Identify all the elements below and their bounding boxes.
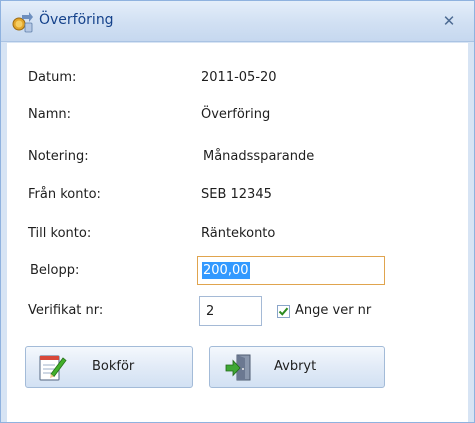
window-title: Överföring [39, 12, 114, 28]
amount-input[interactable]: 200,00 [197, 256, 385, 285]
transfer-dialog: Överföring ✕ Datum: 2011-05-20 Namn: Öve… [0, 0, 475, 423]
exit-door-arrow-icon [225, 354, 251, 381]
cancel-button[interactable]: Avbryt [209, 346, 385, 388]
date-label: Datum: [28, 70, 77, 85]
notepad-pencil-icon [39, 355, 67, 381]
amount-input-value: 200,00 [202, 262, 250, 279]
from-account-label: Från konto: [28, 187, 101, 202]
name-value: Överföring [201, 107, 271, 122]
title-bar[interactable]: Överföring ✕ [1, 1, 474, 42]
from-account-value: SEB 12345 [201, 187, 272, 202]
book-button-label: Bokför [92, 359, 135, 374]
name-label: Namn: [28, 107, 71, 122]
set-voucher-number-label: Ange ver nr [295, 303, 372, 318]
checkmark-icon [278, 307, 289, 316]
cancel-button-label: Avbryt [274, 359, 317, 374]
voucher-number-label: Verifikat nr: [28, 303, 104, 318]
money-transfer-icon [12, 12, 33, 33]
note-label: Notering: [28, 149, 89, 164]
voucher-number-input[interactable] [199, 296, 262, 326]
book-button[interactable]: Bokför [25, 346, 193, 388]
set-voucher-number-checkbox[interactable] [277, 305, 290, 318]
date-value: 2011-05-20 [201, 70, 277, 85]
amount-label: Belopp: [30, 263, 80, 278]
to-account-label: Till konto: [28, 226, 92, 241]
note-value: Månadssparande [203, 149, 315, 164]
close-icon[interactable]: ✕ [439, 11, 459, 31]
to-account-value: Räntekonto [201, 226, 276, 241]
dialog-body: Datum: 2011-05-20 Namn: Överföring Noter… [7, 43, 468, 422]
